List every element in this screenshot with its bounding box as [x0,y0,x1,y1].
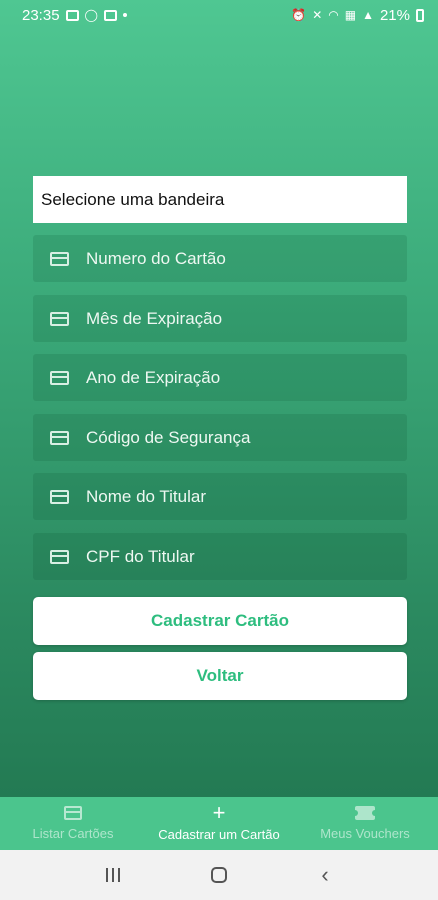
expiry-year-field[interactable]: Ano de Expiração [33,354,407,401]
expiry-month-field[interactable]: Mês de Expiração [33,295,407,342]
plus-icon: + [212,800,226,825]
app-screen: 23:35 ◯ ⏰ ✕ ◠ ▦ ▲ 21% Selecione uma band… [0,0,438,797]
security-code-field[interactable]: Código de Segurança [33,414,407,461]
submit-card-button[interactable]: Cadastrar Cartão [33,597,407,645]
dot-icon [122,13,127,17]
back-button[interactable]: Voltar [33,652,407,700]
holder-cpf-placeholder: CPF do Titular [86,546,195,566]
system-navigation-bar: ‹ [0,850,438,900]
expiry-year-placeholder: Ano de Expiração [86,367,221,387]
nav-item-label: Listar Cartões [32,826,114,841]
whatsapp-icon: ◯ [84,8,98,22]
card-number-placeholder: Numero do Cartão [86,248,226,268]
mute-icon: ✕ [312,8,323,22]
youtube-icon [103,9,117,21]
credit-card-icon [50,370,69,385]
home-icon [211,867,227,883]
wifi-icon: ◠ [328,8,339,22]
holder-name-placeholder: Nome do Titular [86,486,206,506]
credit-card-icon [50,430,69,445]
status-time: 23:35 [22,6,60,24]
credit-card-icon [50,251,69,266]
alarm-icon: ⏰ [291,8,307,22]
status-right: ⏰ ✕ ◠ ▦ ▲ 21% [291,7,424,24]
nav-item-label: Cadastrar um Cartão [158,827,280,842]
security-code-placeholder: Código de Segurança [86,427,251,447]
nav-item-label: Meus Vouchers [320,826,410,841]
brand-select-label: Selecione uma bandeira [41,189,225,209]
recents-icon[interactable] [93,855,133,895]
expiry-month-placeholder: Mês de Expiração [86,308,223,328]
ticket-icon [352,806,378,820]
holder-name-field[interactable]: Nome do Titular [33,473,407,520]
credit-card-icon [50,489,69,504]
credit-card-icon [50,549,69,564]
brand-select[interactable]: Selecione uma bandeira [33,176,407,223]
card-number-field[interactable]: Numero do Cartão [33,235,407,282]
gallery-icon [65,9,79,21]
bottom-navigation: Listar Cartões + Cadastrar um Cartão Meu… [0,797,438,850]
nav-item-add-card[interactable]: + Cadastrar um Cartão [146,797,292,850]
holder-cpf-field[interactable]: CPF do Titular [33,533,407,580]
credit-card-icon [50,311,69,326]
nav-item-list-cards[interactable]: Listar Cartões [0,797,146,850]
volte-icon: ▦ [344,8,357,22]
nav-item-vouchers[interactable]: Meus Vouchers [292,797,438,850]
battery-icon [416,8,424,22]
home-button[interactable] [199,855,239,895]
back-nav-icon[interactable]: ‹ [305,855,345,895]
credit-card-icon [64,806,82,820]
battery-percent: 21% [379,6,410,24]
status-left: 23:35 ◯ [22,7,127,24]
signal-icon: ▲ [362,8,374,22]
status-bar: 23:35 ◯ ⏰ ✕ ◠ ▦ ▲ 21% [0,0,438,30]
